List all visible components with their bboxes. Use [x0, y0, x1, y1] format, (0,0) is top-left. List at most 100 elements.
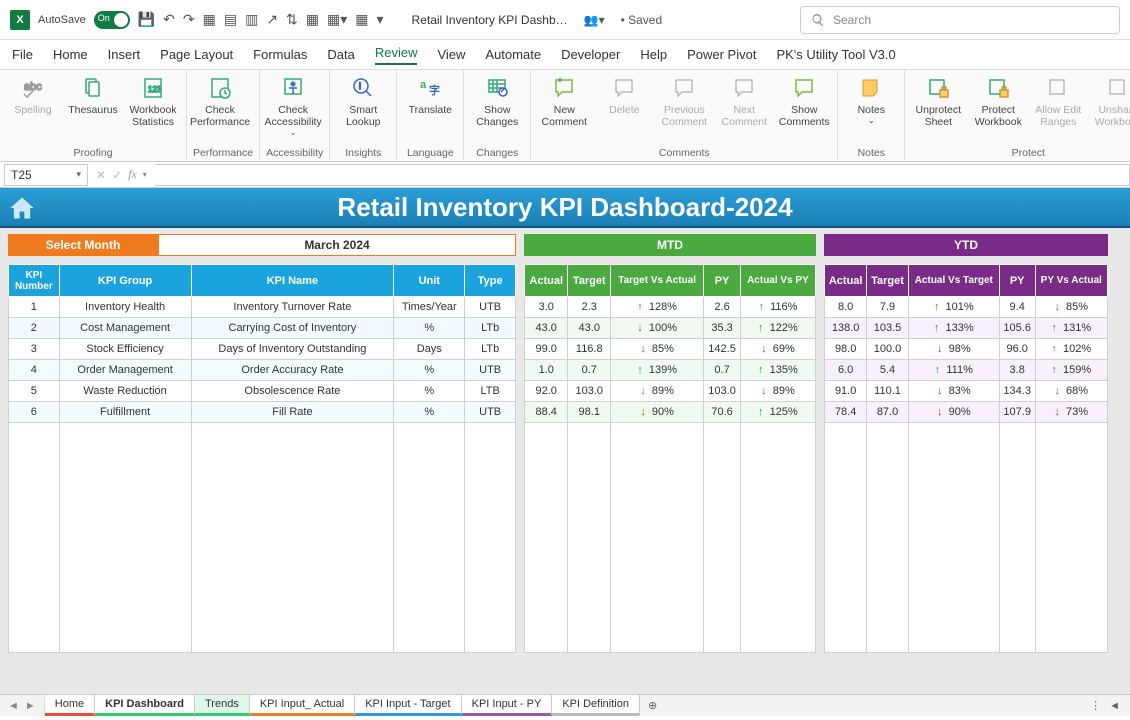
unprotect-sheet-button[interactable]: Unprotect Sheet	[911, 74, 965, 128]
fx-dropdown-icon[interactable]: ▾	[143, 170, 147, 179]
select-month-value[interactable]: March 2024	[158, 234, 516, 256]
cell-ytd-avt: ↑ 101%	[908, 297, 999, 318]
share-icon[interactable]: 👥▾	[584, 13, 605, 27]
table-row[interactable]: 78.4 87.0 ↓ 90% 107.9 ↓ 73%	[825, 402, 1108, 423]
table-row[interactable]: 1.0 0.7 ↑ 139% 0.7 ↑ 135%	[525, 360, 816, 381]
previous-comment-button[interactable]: Previous Comment	[657, 74, 711, 128]
qat-icon[interactable]: ▦	[355, 11, 368, 28]
ribbon-tab-data[interactable]: Data	[327, 47, 354, 62]
cell-ytd-pva: ↑ 159%	[1035, 360, 1108, 381]
show-comments-button[interactable]: Show Comments	[777, 74, 831, 128]
cell-kpi-name: Order Accuracy Rate	[191, 360, 394, 381]
title-bar: X AutoSave On 💾 ↶ ↷ ▦ ▤ ▥ ↗ ⇅ ▦ ▦▾ ▦ ▾ R…	[0, 0, 1130, 40]
qat-icon[interactable]: ▥	[245, 11, 258, 28]
qat-icon[interactable]: ⇅	[286, 11, 298, 28]
sheet-options-icon[interactable]: ⋮	[1090, 699, 1101, 712]
sheet-next-icon[interactable]: ►	[25, 700, 36, 712]
sheet-tab-kpi-input-py[interactable]: KPI Input - PY	[462, 695, 553, 716]
ribbon-tab-pk-s-utility-tool-v3-0[interactable]: PK's Utility Tool V3.0	[776, 47, 895, 62]
sheet-tab-kpi-input-actual[interactable]: KPI Input_ Actual	[250, 695, 355, 716]
sheet-tab-trends[interactable]: Trends	[195, 695, 250, 716]
notes-button[interactable]: Notes⌄	[844, 74, 898, 125]
table-row[interactable]: 8.0 7.9 ↑ 101% 9.4 ↓ 85%	[825, 297, 1108, 318]
sheet-tab-home[interactable]: Home	[45, 695, 95, 716]
cell-mtd-tva: ↑ 139%	[611, 360, 704, 381]
arrow-up-icon: ↑	[758, 406, 764, 418]
table-row[interactable]: 5 Waste Reduction Obsolescence Rate % LT…	[9, 381, 516, 402]
cell-ytd-target: 87.0	[867, 402, 908, 423]
table-row[interactable]: 98.0 100.0 ↓ 98% 96.0 ↑ 102%	[825, 339, 1108, 360]
qat-icon[interactable]: ▦	[306, 11, 319, 28]
check-performance-button[interactable]: Check Performance	[193, 74, 247, 128]
ribbon-tab-insert[interactable]: Insert	[108, 47, 141, 62]
col-mtd-avp: Actual Vs PY	[740, 265, 815, 297]
table-row[interactable]: 138.0 103.5 ↑ 133% 105.6 ↑ 131%	[825, 318, 1108, 339]
thesaurus-button[interactable]: Thesaurus	[66, 74, 120, 116]
redo-icon[interactable]: ↷	[183, 11, 195, 28]
unshare-workbook-button[interactable]: Unshare Workbook	[1091, 74, 1130, 128]
cell-kpi-number: 5	[9, 381, 60, 402]
sheet-tab-kpi-definition[interactable]: KPI Definition	[552, 695, 640, 716]
ribbon-tab-review[interactable]: Review	[375, 45, 418, 65]
workbook-statistics-button[interactable]: 123Workbook Statistics	[126, 74, 180, 128]
table-row[interactable]: 3.0 2.3 ↑ 128% 2.6 ↑ 116%	[525, 297, 816, 318]
protect-workbook-button[interactable]: Protect Workbook	[971, 74, 1025, 128]
prev-comment-icon	[672, 76, 696, 100]
autosave-toggle[interactable]: On	[94, 11, 130, 29]
table-row[interactable]: 1 Inventory Health Inventory Turnover Ra…	[9, 297, 516, 318]
qat-icon[interactable]: ▦▾	[327, 11, 347, 28]
ribbon-tab-formulas[interactable]: Formulas	[253, 47, 307, 62]
show-changes-button[interactable]: Show Changes	[470, 74, 524, 128]
table-row[interactable]: 6 Fulfillment Fill Rate % UTB	[9, 402, 516, 423]
save-icon[interactable]: 💾	[138, 11, 155, 28]
next-comment-button[interactable]: Next Comment	[717, 74, 771, 128]
table-row[interactable]: 43.0 43.0 ↓ 100% 35.3 ↑ 122%	[525, 318, 816, 339]
cell-kpi-number: 3	[9, 339, 60, 360]
accept-formula-icon[interactable]: ✓	[112, 168, 122, 182]
sheet-tab-kpi-input-target[interactable]: KPI Input - Target	[355, 695, 461, 716]
ribbon-tab-view[interactable]: View	[437, 47, 465, 62]
ribbon-tab-developer[interactable]: Developer	[561, 47, 620, 62]
ribbon-tab-home[interactable]: Home	[53, 47, 88, 62]
ribbon-tab-page-layout[interactable]: Page Layout	[160, 47, 233, 62]
qat-share-icon[interactable]: ↗	[266, 11, 278, 28]
cell-mtd-avp: ↑ 125%	[740, 402, 815, 423]
table-row[interactable]: 99.0 116.8 ↓ 85% 142.5 ↓ 69%	[525, 339, 816, 360]
table-row[interactable]: 92.0 103.0 ↓ 89% 103.0 ↓ 89%	[525, 381, 816, 402]
qat-more-icon[interactable]: ▾	[377, 11, 384, 28]
ribbon-tab-automate[interactable]: Automate	[485, 47, 541, 62]
undo-icon[interactable]: ↶	[163, 11, 175, 28]
sheet-prev-icon[interactable]: ◄	[8, 700, 19, 712]
ribbon-tab-power-pivot[interactable]: Power Pivot	[687, 47, 756, 62]
cell-ytd-pva: ↓ 68%	[1035, 381, 1108, 402]
name-box[interactable]: T25▾	[4, 164, 88, 186]
formula-bar: T25▾ ✕ ✓ fx ▾	[0, 162, 1130, 188]
spelling-button[interactable]: abcSpelling	[6, 74, 60, 116]
ribbon-group-label: Comments	[537, 145, 831, 159]
fx-icon[interactable]: fx	[128, 167, 137, 182]
search-input[interactable]: Search	[800, 6, 1120, 34]
translate-button[interactable]: a字Translate	[403, 74, 457, 116]
scroll-left-icon[interactable]: ◄	[1109, 700, 1120, 712]
cell-kpi-name: Carrying Cost of Inventory	[191, 318, 394, 339]
ribbon-tab-file[interactable]: File	[12, 47, 33, 62]
smart-lookup-button[interactable]: iSmart Lookup	[336, 74, 390, 128]
cancel-formula-icon[interactable]: ✕	[96, 168, 106, 182]
table-row[interactable]: 6.0 5.4 ↑ 111% 3.8 ↑ 159%	[825, 360, 1108, 381]
new-comment-button[interactable]: New Comment	[537, 74, 591, 128]
ribbon-tab-help[interactable]: Help	[640, 47, 667, 62]
table-row[interactable]: 91.0 110.1 ↓ 83% 134.3 ↓ 68%	[825, 381, 1108, 402]
sheet-tab-kpi-dashboard[interactable]: KPI Dashboard	[95, 695, 195, 716]
table-row[interactable]: 2 Cost Management Carrying Cost of Inven…	[9, 318, 516, 339]
table-row[interactable]: 88.4 98.1 ↓ 90% 70.6 ↑ 125%	[525, 402, 816, 423]
formula-input[interactable]	[155, 164, 1130, 186]
table-row[interactable]: 4 Order Management Order Accuracy Rate %…	[9, 360, 516, 381]
check-accessibility-button[interactable]: Check Accessibility⌄	[266, 74, 320, 137]
home-icon[interactable]	[8, 194, 36, 222]
delete-comment-button[interactable]: Delete	[597, 74, 651, 116]
qat-icon[interactable]: ▤	[224, 11, 237, 28]
qat-icon[interactable]: ▦	[203, 11, 216, 28]
table-row[interactable]: 3 Stock Efficiency Days of Inventory Out…	[9, 339, 516, 360]
allow-edit-ranges-button[interactable]: Allow Edit Ranges	[1031, 74, 1085, 128]
add-sheet-button[interactable]: ⊕	[640, 695, 665, 716]
